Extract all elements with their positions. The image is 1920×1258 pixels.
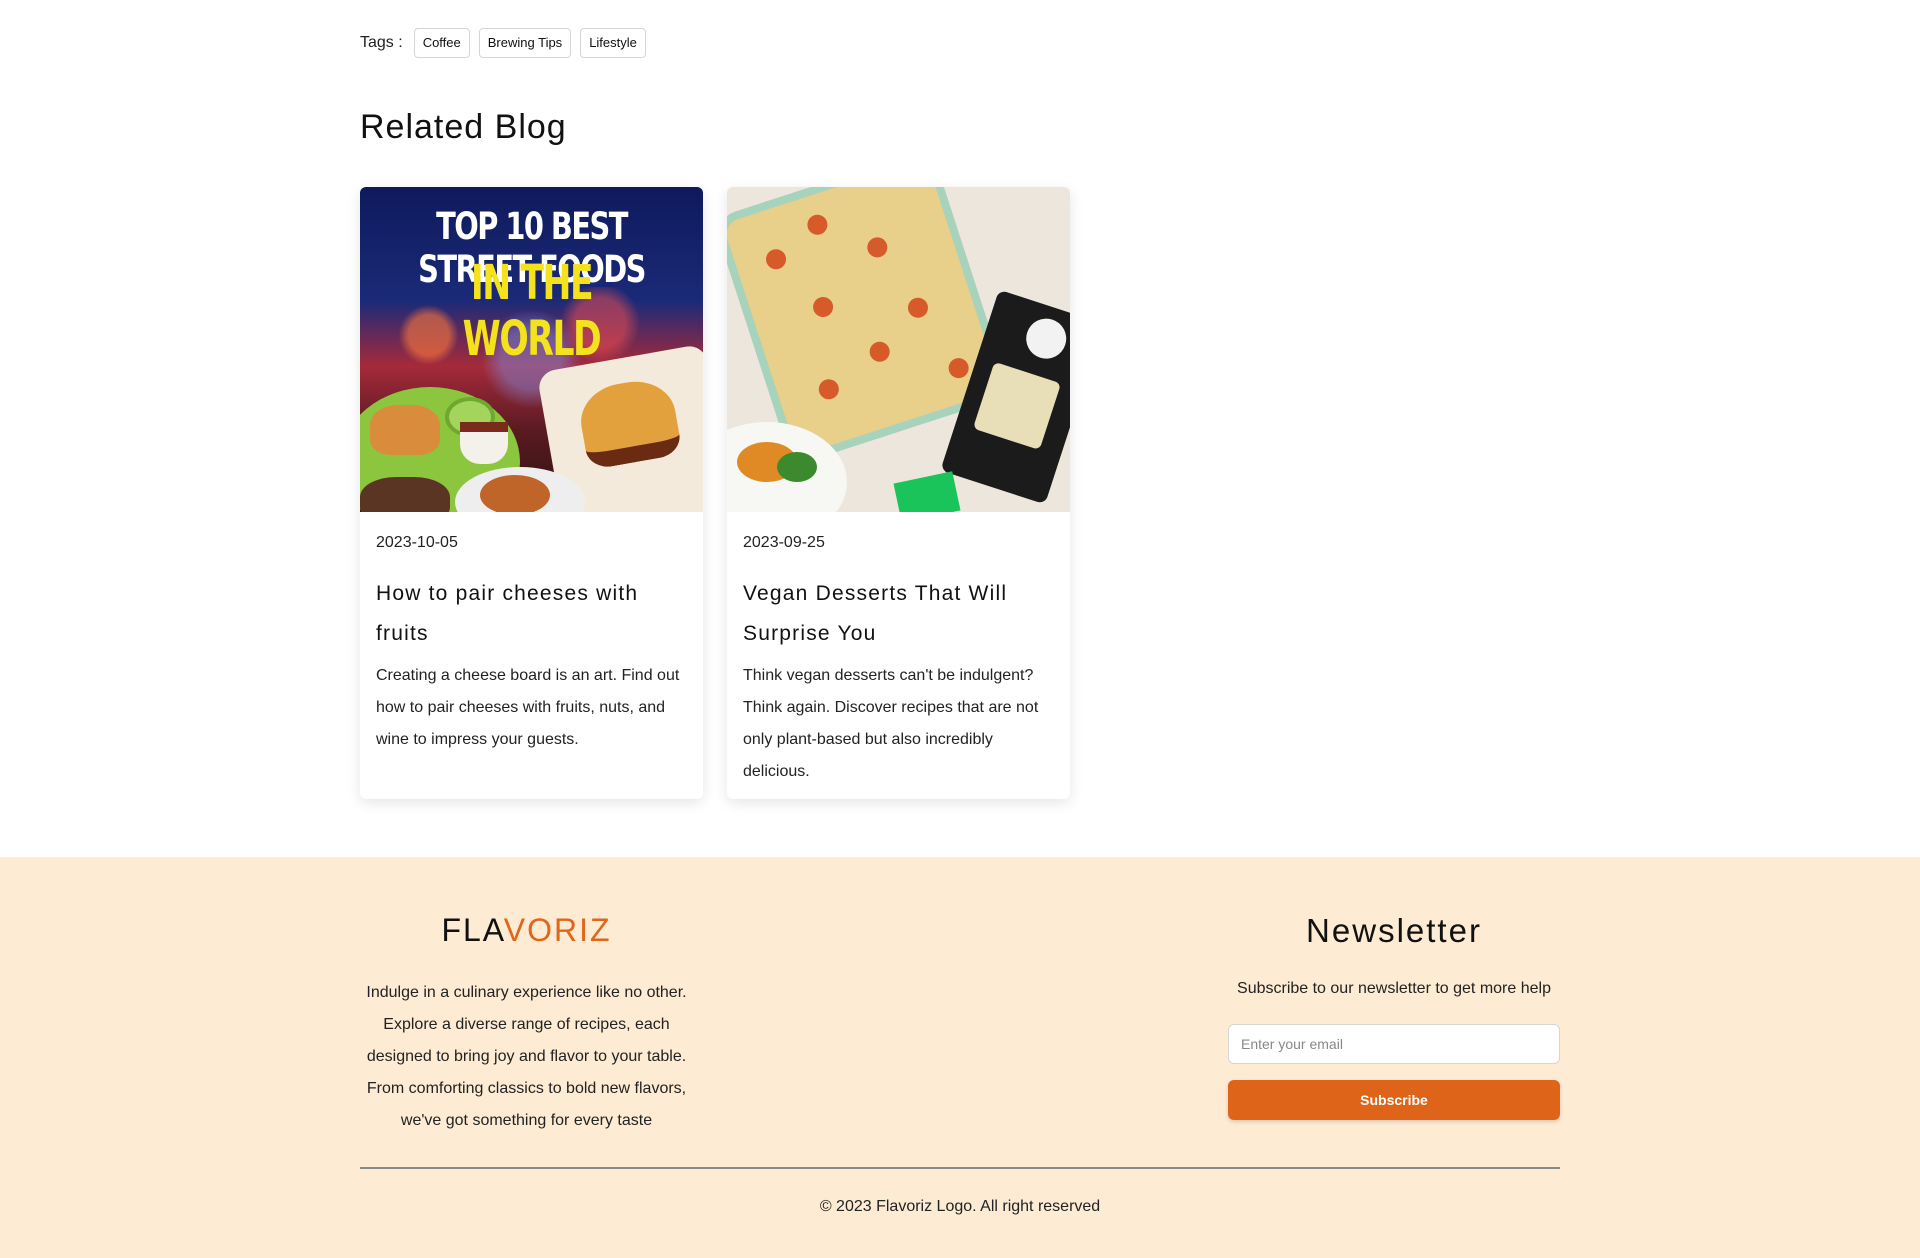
tags-row: Tags : Coffee Brewing Tips Lifestyle [360,28,646,58]
blog-card-body: 2023-09-25 Vegan Desserts That Will Surp… [727,512,1070,799]
logo-text-accent: VORIZ [503,912,612,948]
blog-card-title[interactable]: Vegan Desserts That Will Surprise You [743,574,1054,654]
image-headline-highlight: IN THE WORLD [462,255,602,367]
subscribe-button[interactable]: Subscribe [1228,1080,1560,1120]
footer-about-text: Indulge in a culinary experience like no… [366,984,687,1129]
related-blog-title: Related Blog [360,108,567,146]
copyright-text: © 2023 Flavoriz Logo. All right reserved [819,1198,1101,1215]
blog-card-title[interactable]: How to pair cheeses with fruits [376,574,687,654]
hand [360,477,450,512]
newsletter-description: Subscribe to our newsletter to get more … [1237,980,1551,997]
tag-lifestyle[interactable]: Lifestyle [580,28,646,58]
blog-card-body: 2023-10-05 How to pair cheeses with frui… [360,512,703,772]
blog-card-date: 2023-09-25 [743,534,825,551]
blog-card-excerpt: Think vegan desserts can't be indulgent?… [743,667,1039,780]
blog-card-image[interactable]: TOP 10 BEST STREET FOODS IN THE WORLD [360,187,703,512]
newsletter-title: Newsletter [1306,912,1482,949]
footer-divider [360,1167,1560,1169]
blog-card-excerpt: Creating a cheese board is an art. Find … [376,667,680,748]
sauce-cup [460,422,508,464]
green-napkin [893,471,961,512]
tags-label: Tags : [360,34,403,51]
tag-brewing-tips[interactable]: Brewing Tips [478,28,572,58]
blog-card-image[interactable] [727,187,1070,512]
related-blog-list: TOP 10 BEST STREET FOODS IN THE WORLD 20… [360,187,1070,799]
tag-coffee[interactable]: Coffee [413,28,470,58]
footer-logo[interactable]: FLAVORIZ [360,912,693,949]
site-footer: FLAVORIZ Indulge in a culinary experienc… [0,857,1920,1258]
blog-card-street-foods[interactable]: TOP 10 BEST STREET FOODS IN THE WORLD 20… [360,187,703,799]
newsletter-email-input[interactable] [1228,1024,1560,1064]
blog-card-vegan-desserts[interactable]: 2023-09-25 Vegan Desserts That Will Surp… [727,187,1070,799]
logo-text-primary: FLA [441,912,504,948]
blog-card-date: 2023-10-05 [376,534,458,551]
